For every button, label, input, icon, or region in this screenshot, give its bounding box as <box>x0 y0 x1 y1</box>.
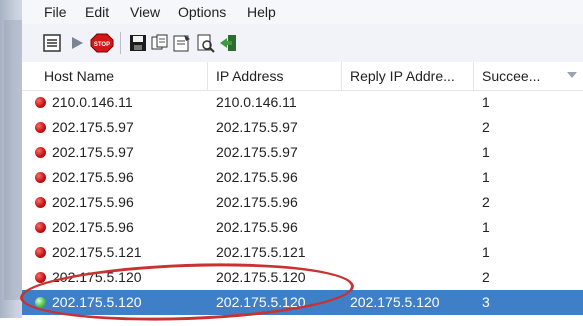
list-icon[interactable] <box>42 33 62 53</box>
table-row[interactable]: 202.175.5.96 202.175.5.96 1 <box>22 215 583 240</box>
stop-icon-label: STOP <box>94 42 110 48</box>
cell-host: 202.175.5.97 <box>52 119 134 135</box>
column-host-name[interactable]: Host Name <box>36 62 208 90</box>
toolbar: STOP <box>22 24 583 63</box>
menu-help[interactable]: Help <box>247 4 276 20</box>
cell-succeeded: 2 <box>482 119 490 135</box>
copy-icon[interactable] <box>150 33 170 53</box>
cell-succeeded: 1 <box>482 219 490 235</box>
column-succeeded[interactable]: Succee... <box>474 62 583 90</box>
table-header: Host Name IP Address Reply IP Addre... S… <box>22 62 583 91</box>
status-red-icon <box>35 197 46 208</box>
menu-view[interactable]: View <box>130 4 160 20</box>
column-reply-ip[interactable]: Reply IP Addre... <box>342 62 474 90</box>
cell-succeeded: 1 <box>482 169 490 185</box>
cell-host: 202.175.5.96 <box>52 194 134 210</box>
cell-ip: 202.175.5.96 <box>216 194 298 210</box>
app-window: File Edit View Options Help STOP Host Na… <box>0 0 583 326</box>
cell-host: 202.175.5.121 <box>52 244 142 260</box>
status-red-icon <box>35 247 46 258</box>
table-row[interactable]: 202.175.5.96 202.175.5.96 2 <box>22 190 583 215</box>
cell-ip: 202.175.5.97 <box>216 144 298 160</box>
status-red-icon <box>35 122 46 133</box>
cell-succeeded: 3 <box>482 294 490 310</box>
status-red-icon <box>35 147 46 158</box>
find-icon[interactable] <box>195 33 215 53</box>
cell-ip: 202.175.5.96 <box>216 219 298 235</box>
cell-succeeded: 1 <box>482 94 490 110</box>
cell-ip: 202.175.5.97 <box>216 119 298 135</box>
toolbar-separator <box>120 32 121 54</box>
exit-icon[interactable] <box>218 33 238 53</box>
column-ip-address[interactable]: IP Address <box>208 62 342 90</box>
sort-icon <box>567 72 577 78</box>
cell-host: 202.175.5.96 <box>52 219 134 235</box>
table-row[interactable]: 202.175.5.97 202.175.5.97 1 <box>22 140 583 165</box>
status-red-icon <box>35 222 46 233</box>
column-succeeded-label: Succee... <box>482 68 541 84</box>
play-icon[interactable] <box>67 33 87 53</box>
cell-succeeded: 2 <box>482 269 490 285</box>
status-red-icon <box>35 172 46 183</box>
table-row[interactable]: 202.175.5.97 202.175.5.97 2 <box>22 115 583 140</box>
save-icon[interactable] <box>128 33 148 53</box>
cell-ip: 202.175.5.96 <box>216 169 298 185</box>
cell-reply: 202.175.5.120 <box>350 294 440 310</box>
cell-ip: 210.0.146.11 <box>216 94 297 110</box>
menu-edit[interactable]: Edit <box>85 4 109 20</box>
menu-file[interactable]: File <box>44 4 67 20</box>
menu-options[interactable]: Options <box>178 4 226 20</box>
status-red-icon <box>35 97 46 108</box>
cell-succeeded: 1 <box>482 244 490 260</box>
menu-bar: File Edit View Options Help <box>22 0 583 25</box>
cell-host: 202.175.5.96 <box>52 169 134 185</box>
table-row[interactable]: 210.0.146.11 210.0.146.11 1 <box>22 90 583 115</box>
edge-band <box>4 20 24 300</box>
stop-icon[interactable]: STOP <box>90 33 114 53</box>
cell-ip: 202.175.5.121 <box>216 244 306 260</box>
table-row[interactable]: 202.175.5.121 202.175.5.121 1 <box>22 240 583 265</box>
table-row[interactable]: 202.175.5.96 202.175.5.96 1 <box>22 165 583 190</box>
cell-host: 210.0.146.11 <box>52 94 133 110</box>
cell-succeeded: 1 <box>482 144 490 160</box>
properties-icon[interactable] <box>172 33 192 53</box>
cell-host: 202.175.5.97 <box>52 144 134 160</box>
cell-succeeded: 2 <box>482 194 490 210</box>
